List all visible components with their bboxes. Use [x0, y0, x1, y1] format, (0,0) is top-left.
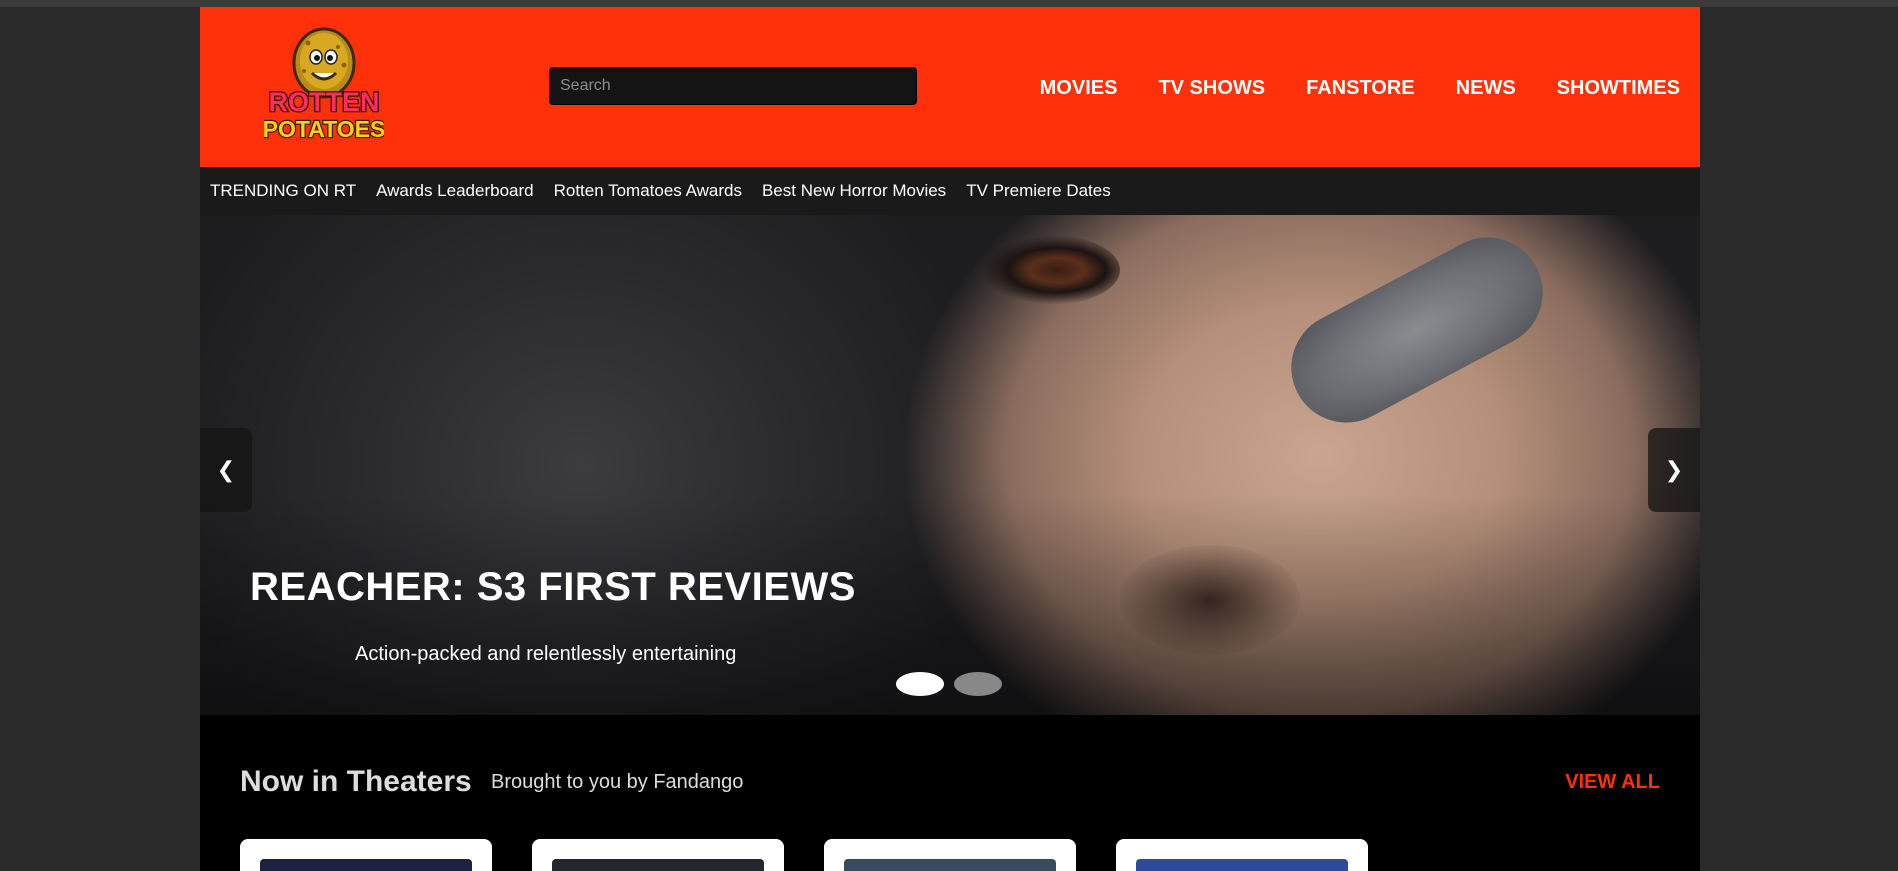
svg-text:ROTTEN: ROTTEN [269, 87, 380, 117]
nav-movies[interactable]: MOVIES [1040, 77, 1118, 100]
view-all-link[interactable]: VIEW ALL [1565, 771, 1660, 794]
trending-link-horror-movies[interactable]: Best New Horror Movies [762, 181, 946, 201]
hero-carousel[interactable]: REACHER: S3 FIRST REVIEWS Action-packed … [200, 215, 1700, 715]
browser-top-strip [0, 0, 1898, 7]
movie-card[interactable] [1116, 839, 1368, 871]
search-input[interactable] [549, 67, 917, 105]
carousel-dot-1[interactable] [896, 672, 944, 696]
nav-news[interactable]: NEWS [1456, 77, 1516, 100]
chevron-right-icon: ❯ [1664, 457, 1684, 483]
trending-link-rt-awards[interactable]: Rotten Tomatoes Awards [554, 181, 742, 201]
movie-card[interactable] [240, 839, 492, 871]
movie-card[interactable] [532, 839, 784, 871]
movie-poster[interactable] [260, 859, 472, 871]
now-in-theaters-section: Now in Theaters Brought to you by Fandan… [200, 715, 1700, 871]
nav-fanstore[interactable]: FANSTORE [1306, 77, 1415, 100]
main-nav: MOVIES TV SHOWS FANSTORE NEWS SHOWTIMES [999, 77, 1680, 100]
trending-link-tv-premiere-dates[interactable]: TV Premiere Dates [966, 181, 1111, 201]
movie-poster[interactable] [552, 859, 764, 871]
hero-title[interactable]: REACHER: S3 FIRST REVIEWS [250, 565, 856, 610]
hero-subtitle: Action-packed and relentlessly entertain… [355, 643, 737, 665]
movie-poster[interactable] [1136, 859, 1348, 871]
movie-card-list [240, 839, 1368, 871]
section-title: Now in Theaters [240, 765, 472, 798]
movie-card[interactable] [824, 839, 1076, 871]
carousel-prev-button[interactable]: ❮ [200, 428, 252, 512]
potato-logo-icon: ROTTEN POTATOES [261, 27, 387, 143]
page-container: ROTTEN POTATOES MOVIES TV SHOWS FANSTORE… [200, 7, 1700, 871]
chevron-left-icon: ❮ [216, 457, 236, 483]
nav-showtimes[interactable]: SHOWTIMES [1557, 77, 1680, 100]
hero-image-eye [980, 235, 1120, 305]
hero-image-eyeblack [1271, 218, 1563, 442]
section-subtitle: Brought to you by Fandango [491, 771, 744, 793]
carousel-dots [896, 672, 1002, 696]
movie-poster[interactable] [844, 859, 1056, 871]
trending-bar: TRENDING ON RT Awards Leaderboard Rotten… [200, 167, 1700, 215]
nav-tv-shows[interactable]: TV SHOWS [1158, 77, 1265, 100]
site-logo[interactable]: ROTTEN POTATOES [261, 25, 387, 150]
carousel-dot-2[interactable] [954, 672, 1002, 696]
trending-link-awards-leaderboard[interactable]: Awards Leaderboard [376, 181, 534, 201]
carousel-next-button[interactable]: ❯ [1648, 428, 1700, 512]
trending-title: TRENDING ON RT [210, 181, 357, 200]
site-header: ROTTEN POTATOES MOVIES TV SHOWS FANSTORE… [200, 7, 1700, 167]
svg-text:POTATOES: POTATOES [264, 116, 384, 142]
